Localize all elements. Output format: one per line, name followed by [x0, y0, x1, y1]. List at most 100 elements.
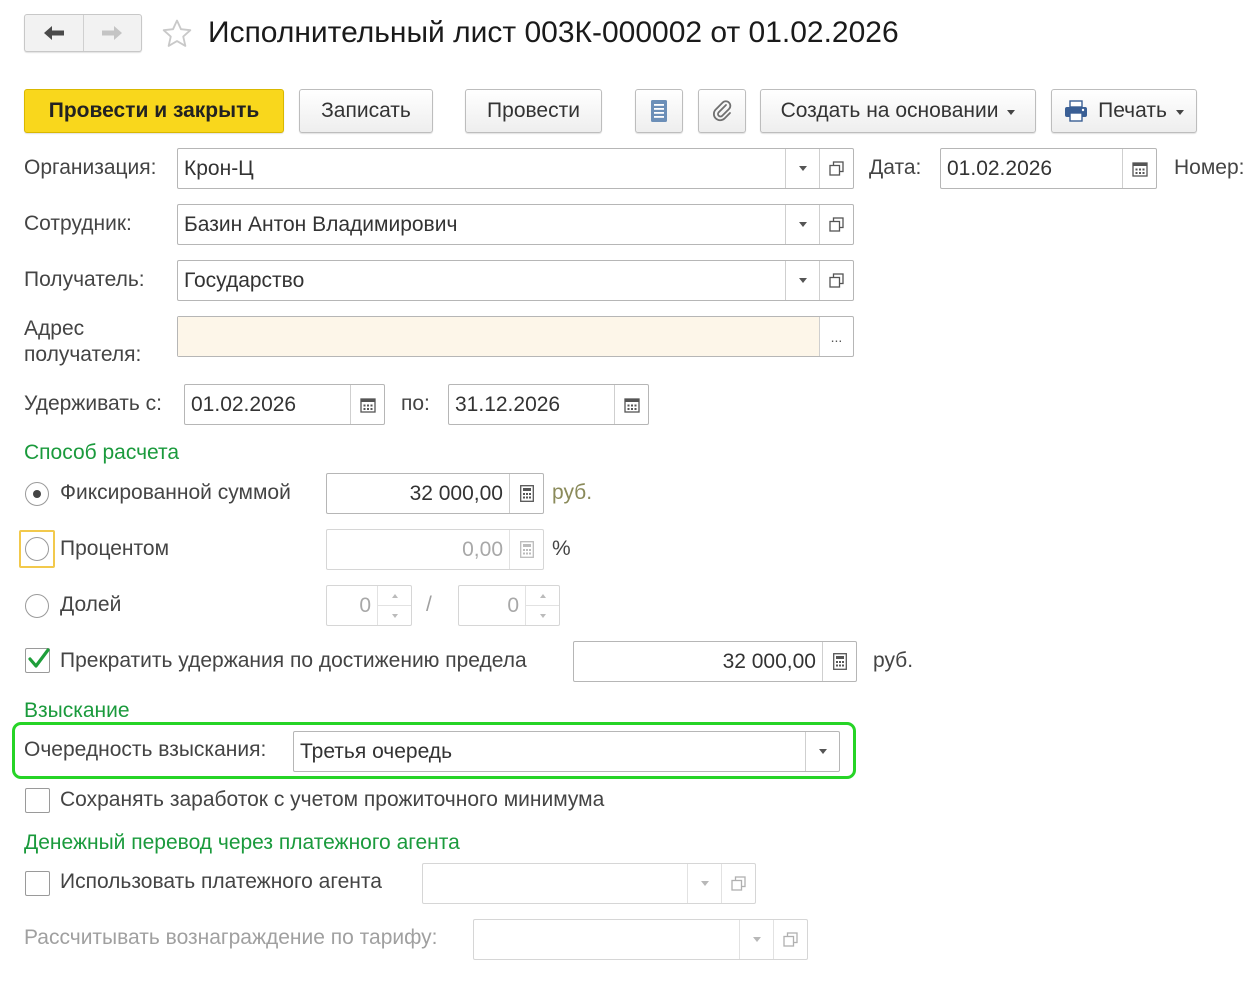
share-denominator-field[interactable]: 0 — [458, 585, 560, 626]
tariff-value[interactable] — [474, 920, 739, 959]
chevron-down-icon — [539, 613, 546, 618]
favorite-star-icon[interactable] — [160, 17, 194, 51]
recipient-address-field[interactable]: ... — [177, 316, 854, 357]
share-label: Долей — [60, 593, 122, 616]
calculator-icon — [519, 485, 534, 502]
chevron-down-icon — [798, 222, 807, 227]
recipient-value[interactable]: Государство — [178, 261, 785, 300]
withhold-from-calendar-button[interactable] — [350, 385, 384, 424]
withhold-from-value[interactable]: 01.02.2026 — [185, 385, 350, 424]
percent-calculator-button[interactable] — [509, 530, 543, 569]
withhold-to-calendar-button[interactable] — [614, 385, 648, 424]
date-value[interactable]: 01.02.2026 — [941, 149, 1122, 188]
employee-value[interactable]: Базин Антон Владимирович — [178, 205, 785, 244]
share-numerator-value[interactable]: 0 — [327, 586, 377, 625]
organization-field[interactable]: Крон-Ц — [177, 148, 854, 189]
organization-open-button[interactable] — [819, 149, 853, 188]
report-button[interactable] — [635, 89, 683, 133]
date-calendar-button[interactable] — [1122, 149, 1156, 188]
payment-agent-section-title: Денежный перевод через платежного агента — [24, 831, 460, 854]
limit-amount-unit: руб. — [873, 649, 914, 672]
forward-button[interactable] — [82, 15, 142, 51]
checkmark-icon — [28, 648, 50, 668]
tariff-field[interactable] — [473, 919, 808, 960]
payment-agent-value[interactable] — [423, 864, 687, 903]
date-field[interactable]: 01.02.2026 — [940, 148, 1157, 189]
open-item-icon — [829, 217, 844, 232]
calendar-icon — [359, 397, 376, 413]
recipient-address-label-line2: получателя: — [24, 343, 142, 366]
payment-agent-open-button[interactable] — [721, 864, 755, 903]
fixed-amount-value[interactable]: 32 000,00 — [327, 474, 509, 513]
withhold-to-value[interactable]: 31.12.2026 — [449, 385, 614, 424]
collection-priority-dropdown-button[interactable] — [805, 732, 839, 771]
employee-open-button[interactable] — [819, 205, 853, 244]
collection-priority-value[interactable]: Третья очередь — [294, 732, 805, 771]
spin-up-button[interactable] — [526, 586, 559, 605]
document-list-icon — [651, 100, 667, 122]
collection-priority-field[interactable]: Третья очередь — [293, 731, 840, 772]
stop-at-limit-label: Прекратить удержания по достижению преде… — [60, 649, 527, 672]
recipient-address-select-button[interactable]: ... — [819, 317, 853, 356]
use-payment-agent-label: Использовать платежного агента — [60, 870, 382, 893]
fixed-amount-calculator-button[interactable] — [509, 474, 543, 513]
back-button[interactable] — [25, 15, 83, 51]
organization-dropdown-button[interactable] — [785, 149, 819, 188]
fixed-amount-unit: руб. — [552, 481, 593, 504]
stop-at-limit-checkbox[interactable] — [25, 648, 50, 673]
employee-field[interactable]: Базин Антон Владимирович — [177, 204, 854, 245]
limit-amount-value[interactable]: 32 000,00 — [574, 642, 822, 681]
limit-calculator-button[interactable] — [822, 642, 856, 681]
post-button[interactable]: Провести — [465, 89, 602, 133]
percent-value[interactable]: 0,00 — [327, 530, 509, 569]
share-denominator-spinner[interactable] — [525, 586, 559, 625]
printer-icon — [1065, 100, 1088, 122]
share-numerator-field[interactable]: 0 — [326, 585, 412, 626]
attachments-button[interactable] — [698, 89, 746, 133]
recipient-dropdown-button[interactable] — [785, 261, 819, 300]
payment-agent-dropdown-button[interactable] — [687, 864, 721, 903]
date-label: Дата: — [869, 156, 922, 179]
tariff-open-button[interactable] — [773, 920, 807, 959]
withhold-to-label: по: — [401, 392, 430, 415]
use-payment-agent-checkbox[interactable] — [25, 871, 50, 896]
percent-radio[interactable] — [25, 537, 49, 561]
create-based-on-label: Создать на основании — [780, 99, 999, 122]
percent-field[interactable]: 0,00 — [326, 529, 544, 570]
print-button[interactable]: Печать — [1051, 89, 1197, 133]
spin-down-button[interactable] — [378, 605, 411, 625]
calendar-icon — [623, 397, 640, 413]
organization-label: Организация: — [24, 156, 157, 179]
share-numerator-spinner[interactable] — [377, 586, 411, 625]
recipient-field[interactable]: Государство — [177, 260, 854, 301]
chevron-up-icon — [539, 593, 546, 598]
tariff-dropdown-button[interactable] — [739, 920, 773, 959]
withhold-from-field[interactable]: 01.02.2026 — [184, 384, 385, 425]
percent-unit: % — [552, 537, 571, 560]
recipient-address-value[interactable] — [178, 317, 819, 356]
save-button[interactable]: Записать — [299, 89, 433, 133]
chevron-down-icon — [391, 613, 398, 618]
fixed-amount-radio[interactable] — [25, 482, 49, 506]
spin-up-button[interactable] — [378, 586, 411, 605]
share-separator: / — [426, 593, 432, 616]
share-denominator-value[interactable]: 0 — [459, 586, 525, 625]
number-label: Номер: — [1174, 156, 1245, 179]
share-radio[interactable] — [25, 594, 49, 618]
fixed-amount-field[interactable]: 32 000,00 — [326, 473, 544, 514]
calculator-icon — [519, 541, 534, 558]
limit-amount-field[interactable]: 32 000,00 — [573, 641, 857, 682]
withhold-to-field[interactable]: 31.12.2026 — [448, 384, 649, 425]
paperclip-icon — [713, 100, 732, 122]
spin-down-button[interactable] — [526, 605, 559, 625]
post-and-close-button[interactable]: Провести и закрыть — [24, 89, 284, 133]
chevron-down-icon — [1007, 110, 1016, 115]
employee-dropdown-button[interactable] — [785, 205, 819, 244]
recipient-open-button[interactable] — [819, 261, 853, 300]
chevron-down-icon — [752, 937, 761, 942]
subsistence-minimum-checkbox[interactable] — [25, 788, 50, 813]
create-based-on-button[interactable]: Создать на основании — [760, 89, 1036, 133]
withhold-from-label: Удерживать с: — [24, 392, 162, 415]
payment-agent-field[interactable] — [422, 863, 756, 904]
organization-value[interactable]: Крон-Ц — [178, 149, 785, 188]
